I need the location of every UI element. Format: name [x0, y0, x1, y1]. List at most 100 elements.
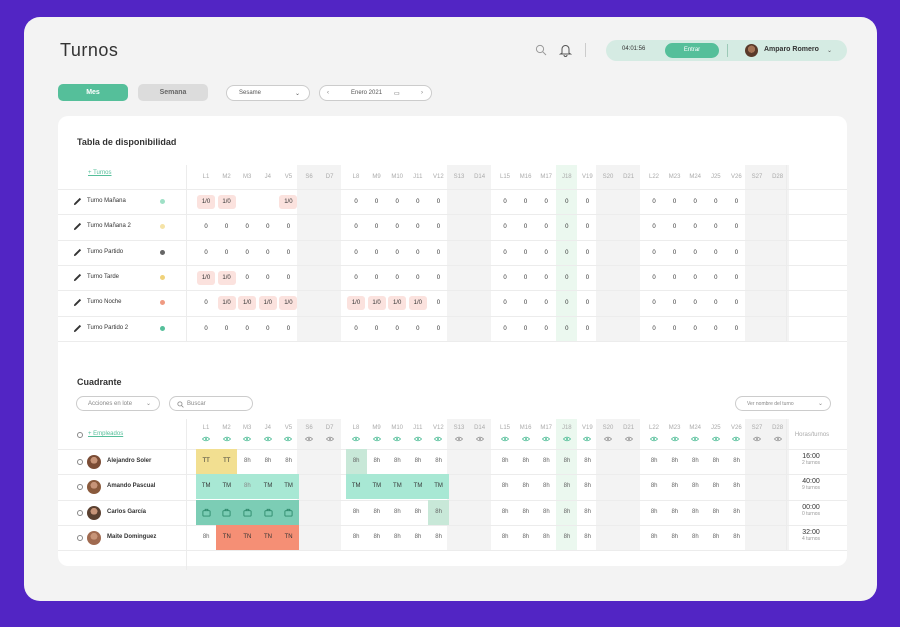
shift-cell[interactable]: TT	[216, 449, 238, 474]
availability-cell[interactable]: 0	[644, 220, 664, 234]
eye-icon[interactable]	[325, 436, 334, 442]
edit-pencil-icon[interactable]	[73, 298, 82, 307]
employee-select-radio[interactable]	[77, 484, 83, 491]
availability-cell[interactable]: 0	[196, 322, 216, 336]
availability-cell[interactable]: 0	[665, 296, 685, 310]
eye-icon[interactable]	[624, 436, 633, 442]
shift-cell[interactable]: 8h	[515, 500, 536, 525]
eye-icon[interactable]	[413, 436, 422, 442]
availability-cell[interactable]: 0	[644, 296, 664, 310]
availability-cell[interactable]: 0	[577, 220, 597, 234]
availability-cell[interactable]: 1/0	[258, 296, 277, 311]
employee-search-input[interactable]: Buscar	[169, 396, 253, 411]
prev-month-icon[interactable]: ‹	[327, 90, 329, 96]
availability-cell[interactable]: 0	[408, 220, 428, 234]
availability-cell[interactable]: 0	[217, 246, 237, 260]
availability-cell[interactable]: 0	[665, 220, 685, 234]
employee-select-radio[interactable]	[77, 459, 83, 465]
shift-cell[interactable]: 8h	[644, 525, 665, 550]
availability-cell[interactable]: 0	[217, 322, 237, 336]
shift-cell[interactable]: 8h	[536, 500, 557, 525]
employee-name[interactable]: Maite Dominguez	[107, 534, 156, 540]
edit-pencil-icon[interactable]	[73, 273, 82, 282]
availability-cell[interactable]: 0	[557, 296, 577, 310]
shift-cell[interactable]: 8h	[726, 500, 747, 525]
shift-cell[interactable]: 8h	[278, 449, 299, 474]
eye-icon[interactable]	[753, 436, 761, 442]
shift-cell[interactable]: 8h	[706, 500, 727, 525]
availability-cell[interactable]: 0	[196, 220, 216, 234]
search-icon[interactable]	[535, 44, 547, 56]
shift-cell[interactable]: 8h	[196, 525, 217, 550]
add-shift-link[interactable]: + Turnos	[88, 170, 112, 176]
shift-cell[interactable]: 8h	[557, 500, 578, 525]
availability-cell[interactable]: 0	[726, 322, 746, 336]
availability-cell[interactable]: 1/0	[217, 296, 236, 311]
availability-cell[interactable]: 0	[495, 296, 515, 310]
availability-cell[interactable]: 0	[665, 322, 685, 336]
shift-cell[interactable]: 8h	[408, 525, 429, 550]
shift-cell[interactable]: TM	[407, 474, 429, 500]
shift-cell[interactable]: 8h	[237, 449, 258, 474]
availability-cell[interactable]: 0	[557, 195, 577, 209]
shift-cell[interactable]: 8h	[515, 474, 536, 499]
availability-cell[interactable]: 1/0	[217, 195, 236, 209]
shift-cell[interactable]: 8h	[644, 449, 665, 474]
shift-cell[interactable]: TM	[386, 474, 408, 500]
availability-cell[interactable]: 1/0	[197, 270, 215, 285]
availability-cell[interactable]: 1/0	[238, 296, 257, 311]
availability-cell[interactable]: 0	[367, 271, 387, 285]
eye-icon[interactable]	[542, 436, 551, 442]
availability-cell[interactable]: 1/0	[408, 296, 427, 311]
availability-cell[interactable]: 1/0	[197, 195, 215, 209]
shift-cell[interactable]: 8h	[726, 449, 747, 474]
shift-cell[interactable]: 8h	[577, 474, 598, 499]
tab-week[interactable]: Semana	[138, 84, 208, 101]
view-shift-name-select[interactable]: Ver nombre del turno ⌄	[735, 396, 831, 411]
availability-cell[interactable]: 1/0	[388, 296, 407, 311]
availability-cell[interactable]: 0	[278, 220, 298, 234]
shift-cell[interactable]: TM	[428, 474, 450, 500]
shift-cell[interactable]: 8h	[664, 474, 685, 499]
vacation-cell[interactable]	[195, 499, 217, 525]
availability-cell[interactable]: 0	[387, 322, 407, 336]
availability-cell[interactable]: 0	[644, 195, 664, 209]
next-month-icon[interactable]: ›	[421, 90, 423, 96]
shift-cell[interactable]: 8h	[366, 525, 387, 550]
availability-cell[interactable]: 0	[516, 220, 536, 234]
availability-cell[interactable]: 0	[577, 296, 597, 310]
availability-cell[interactable]: 0	[346, 322, 366, 336]
eye-icon[interactable]	[455, 436, 463, 442]
availability-cell[interactable]: 0	[258, 246, 278, 260]
edit-pencil-icon[interactable]	[73, 324, 82, 333]
shift-cell[interactable]: 8h	[685, 525, 706, 550]
shift-cell[interactable]: TM	[216, 474, 238, 500]
eye-icon[interactable]	[243, 436, 252, 442]
shift-cell[interactable]: 8h	[557, 525, 578, 550]
availability-cell[interactable]: 0	[428, 195, 448, 209]
availability-cell[interactable]: 0	[278, 322, 298, 336]
availability-cell[interactable]: 0	[278, 246, 298, 260]
shift-cell[interactable]: TM	[345, 474, 367, 500]
shift-cell[interactable]: 8h	[428, 525, 449, 550]
eye-icon[interactable]	[650, 436, 658, 442]
add-employee-link[interactable]: + Empleados	[88, 431, 123, 437]
shift-cell[interactable]: 8h	[366, 449, 387, 474]
shift-cell[interactable]: 8h	[706, 449, 727, 474]
shift-cell[interactable]: TM	[195, 474, 217, 500]
enter-button[interactable]: Entrar	[665, 43, 719, 58]
availability-cell[interactable]: 0	[428, 296, 448, 310]
availability-cell[interactable]: 0	[196, 246, 216, 260]
shift-cell[interactable]: 8h	[387, 500, 408, 525]
shift-cell[interactable]: 8h	[428, 449, 449, 474]
edit-pencil-icon[interactable]	[73, 248, 82, 257]
availability-cell[interactable]: 0	[495, 246, 515, 260]
availability-cell[interactable]: 0	[685, 220, 705, 234]
eye-icon[interactable]	[604, 436, 612, 442]
availability-cell[interactable]: 0	[258, 220, 278, 234]
availability-cell[interactable]: 0	[428, 271, 448, 285]
availability-cell[interactable]: 0	[495, 195, 515, 209]
availability-cell[interactable]: 1/0	[279, 296, 298, 311]
availability-cell[interactable]: 0	[346, 220, 366, 234]
shift-cell[interactable]: 8h	[685, 500, 706, 525]
